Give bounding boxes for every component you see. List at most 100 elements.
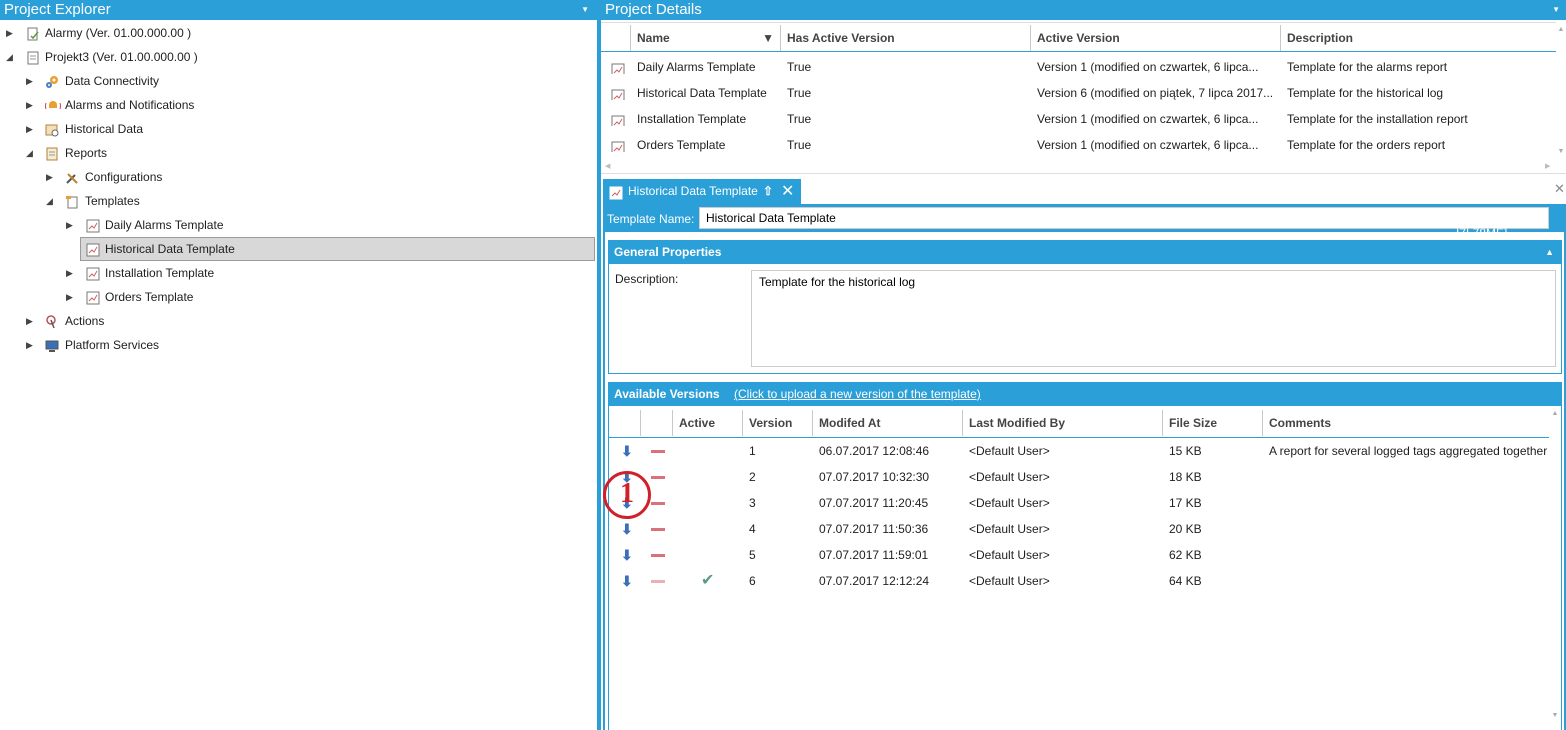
- col-header-label: Last Modified By: [969, 416, 1066, 430]
- download-icon[interactable]: ⬇: [621, 516, 633, 542]
- tree-item-configurations[interactable]: ▶ Configurations: [0, 166, 590, 188]
- download-icon[interactable]: ⬇: [621, 542, 633, 568]
- table-row[interactable]: Daily Alarms Template True Version 1 (mo…: [601, 54, 1556, 80]
- download-icon[interactable]: ⬇: [621, 438, 633, 464]
- version-row[interactable]: ⬇ 1 06.07.2017 12:08:46 <Default User> 1…: [609, 438, 1549, 464]
- tree-item-projekt3[interactable]: ◢ Projekt3 (Ver. 01.00.000.00 ): [0, 46, 590, 68]
- remove-version-icon[interactable]: [651, 490, 665, 516]
- col-header-active[interactable]: Active: [673, 410, 743, 436]
- tree-item-label: Data Connectivity: [65, 74, 160, 88]
- expand-arrow-icon[interactable]: ▶: [26, 70, 36, 92]
- filter-icon[interactable]: ▼: [762, 25, 774, 51]
- close-all-icon[interactable]: ✕: [1554, 181, 1565, 197]
- tree-item-label: Historical Data: [65, 122, 144, 136]
- vertical-scrollbar[interactable]: ▲ ▼: [1549, 406, 1561, 730]
- tree-item-historical-data-template[interactable]: Historical Data Template: [80, 237, 595, 261]
- col-header-file-size[interactable]: File Size: [1163, 410, 1263, 436]
- description-label: Description:: [615, 272, 679, 286]
- remove-version-icon[interactable]: [651, 516, 665, 542]
- scroll-right-icon[interactable]: ▶: [1545, 162, 1550, 170]
- tree-item-label: Daily Alarms Template: [105, 218, 224, 232]
- tree-item-installation-template[interactable]: ▶ Installation Template: [0, 262, 590, 284]
- col-header-active-version[interactable]: Active Version: [1031, 25, 1281, 51]
- expand-arrow-icon[interactable]: ▶: [46, 166, 56, 188]
- tree-item-templates[interactable]: ◢ Templates: [0, 190, 590, 212]
- col-header-modified-by[interactable]: Last Modified By: [963, 410, 1163, 436]
- tree-item-label: Reports: [65, 146, 108, 160]
- expand-arrow-icon[interactable]: ▶: [66, 214, 76, 236]
- cell-modified-at: 06.07.2017 12:08:46: [819, 444, 930, 458]
- table-row[interactable]: Orders Template True Version 1 (modified…: [601, 132, 1556, 158]
- cell-description: Template for the alarms report: [1287, 60, 1448, 74]
- collapse-section-icon[interactable]: ▲: [1545, 240, 1554, 264]
- grid-header-spacer: [601, 25, 631, 51]
- panel-menu-icon[interactable]: ▼: [581, 0, 589, 20]
- expand-arrow-icon[interactable]: ▶: [26, 310, 36, 332]
- gears-icon: [45, 74, 59, 88]
- version-row[interactable]: ⬇ 5 07.07.2017 11:59:01 <Default User> 6…: [609, 542, 1549, 568]
- tree-item-platform-services[interactable]: ▶ Platform Services: [0, 334, 590, 356]
- download-icon[interactable]: ⬇: [621, 568, 633, 594]
- cell-version: 2: [749, 470, 756, 484]
- collapse-arrow-icon[interactable]: ◢: [26, 142, 36, 164]
- scroll-left-icon[interactable]: ◀: [605, 162, 610, 170]
- cell-name: Historical Data Template: [637, 86, 767, 100]
- available-versions-header: Available Versions (Click to upload a ne…: [608, 382, 1562, 406]
- col-header-description[interactable]: Description: [1281, 25, 1556, 51]
- table-row[interactable]: Installation Template True Version 1 (mo…: [601, 106, 1556, 132]
- tree-item-alarmy[interactable]: ▶ Alarmy (Ver. 01.00.000.00 ): [0, 22, 590, 44]
- col-header-modified-at[interactable]: Modifed At: [813, 410, 963, 436]
- upload-version-link[interactable]: (Click to upload a new version of the te…: [734, 382, 981, 406]
- tab-historical-data-template[interactable]: Historical Data Template ⇧ ✕: [603, 179, 801, 204]
- expand-arrow-icon[interactable]: ▶: [66, 262, 76, 284]
- collapse-arrow-icon[interactable]: ◢: [46, 190, 56, 212]
- panel-menu-icon[interactable]: ▼: [1552, 0, 1560, 20]
- col-header-version[interactable]: Version: [743, 410, 813, 436]
- version-row[interactable]: ⬇ ✔ 6 07.07.2017 12:12:24 <Default User>…: [609, 568, 1549, 594]
- general-properties-header[interactable]: General Properties ▲: [608, 240, 1562, 264]
- tree-item-historical-data[interactable]: ▶ Historical Data: [0, 118, 590, 140]
- template-name-bar: Template Name: [DESKTOP-I7L78ME]: [603, 204, 1566, 240]
- remove-version-icon[interactable]: [651, 464, 665, 490]
- pin-icon[interactable]: ⇧: [763, 179, 773, 204]
- cell-name: Orders Template: [637, 138, 726, 152]
- description-textarea[interactable]: Template for the historical log: [751, 270, 1556, 367]
- template-name-input[interactable]: [699, 207, 1549, 229]
- tree-item-alarms[interactable]: ▶ Alarms and Notifications: [0, 94, 590, 116]
- tree-item-data-connectivity[interactable]: ▶ Data Connectivity: [0, 70, 590, 92]
- cell-has-active: True: [787, 138, 812, 152]
- expand-arrow-icon[interactable]: ▶: [26, 334, 36, 356]
- table-row[interactable]: Historical Data Template True Version 6 …: [601, 80, 1556, 106]
- actions-icon: [45, 314, 59, 329]
- tree-item-actions[interactable]: ▶ Actions: [0, 310, 590, 332]
- vertical-scrollbar[interactable]: ▲ ▼: [1556, 22, 1566, 162]
- tree-item-orders-template[interactable]: ▶ Orders Template: [0, 286, 590, 308]
- template-name-label: Template Name:: [607, 212, 695, 226]
- version-row[interactable]: ⬇ 3 07.07.2017 11:20:45 <Default User> 1…: [609, 490, 1549, 516]
- chart-template-icon: [86, 290, 100, 305]
- project-details-header: Project Details ▼: [601, 0, 1566, 20]
- tools-icon: [65, 170, 79, 184]
- col-header-name[interactable]: Name ▼: [631, 25, 781, 51]
- tree-item-daily-alarms-template[interactable]: ▶ Daily Alarms Template: [0, 214, 590, 236]
- close-icon[interactable]: ✕: [781, 179, 794, 204]
- chart-template-icon: [611, 86, 625, 100]
- tree-item-reports[interactable]: ◢ Reports: [0, 142, 590, 164]
- version-row[interactable]: ⬇ 4 07.07.2017 11:50:36 <Default User> 2…: [609, 516, 1549, 542]
- cell-modified-by: <Default User>: [969, 522, 1050, 536]
- expand-arrow-icon[interactable]: ▶: [26, 94, 36, 116]
- expand-arrow-icon[interactable]: ▶: [66, 286, 76, 308]
- col-header-label: Modifed At: [819, 416, 881, 430]
- col-header-has-active[interactable]: Has Active Version: [781, 25, 1031, 51]
- expand-arrow-icon[interactable]: ▶: [26, 118, 36, 140]
- remove-version-icon[interactable]: [651, 542, 665, 568]
- cell-active-version: Version 1 (modified on czwartek, 6 lipca…: [1037, 112, 1259, 126]
- general-properties-body: Description: Template for the historical…: [608, 264, 1562, 374]
- col-header-comments[interactable]: Comments: [1263, 410, 1549, 436]
- expand-arrow-icon[interactable]: ▶: [6, 22, 16, 44]
- cell-description: Template for the orders report: [1287, 138, 1446, 152]
- remove-version-icon[interactable]: [651, 438, 665, 464]
- project-doc-icon: [26, 50, 40, 65]
- collapse-arrow-icon[interactable]: ◢: [6, 46, 16, 68]
- version-row[interactable]: ⬇ 2 07.07.2017 10:32:30 <Default User> 1…: [609, 464, 1549, 490]
